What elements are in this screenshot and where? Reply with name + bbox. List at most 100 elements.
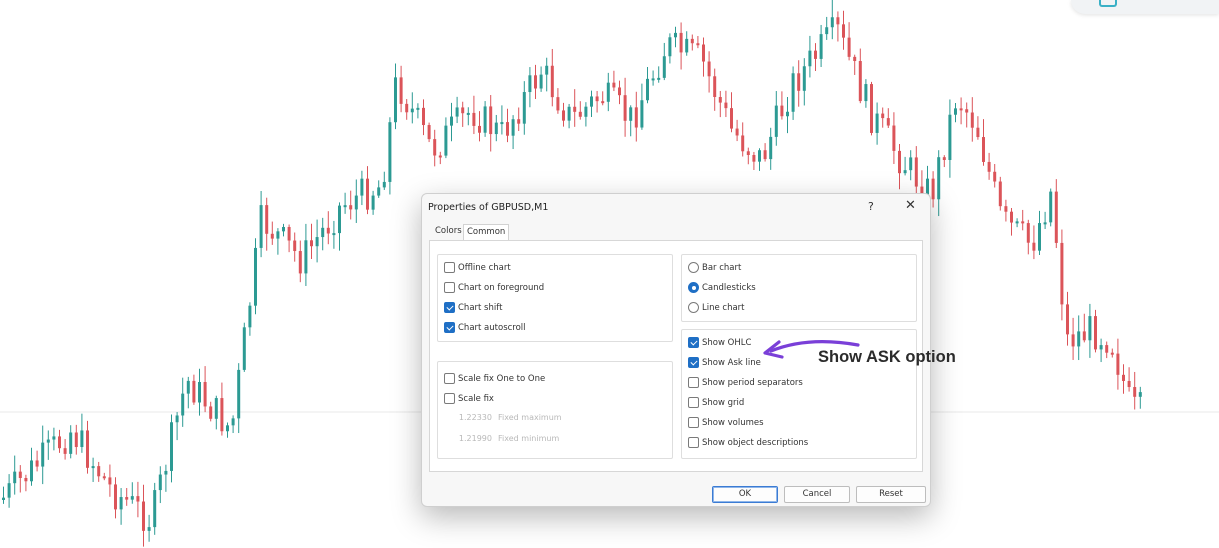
candle-body [1021, 221, 1025, 224]
checkbox-label: Show OHLC [702, 337, 752, 348]
fixed-minimum-input[interactable]: 1.21990 [458, 434, 492, 446]
candle-body [674, 32, 677, 38]
candle-body [2, 497, 5, 500]
corner-widget-icon [1099, 0, 1117, 7]
candle-body [1138, 392, 1142, 397]
candle-body [870, 84, 873, 133]
show-ohlc-checkbox[interactable]: Show OHLC [688, 336, 751, 349]
candlesticks-radio[interactable]: Candlesticks [688, 281, 756, 294]
candle-body [763, 150, 767, 160]
candle-body [1105, 345, 1109, 353]
candle-body [91, 466, 95, 469]
candle-body [1071, 334, 1075, 347]
candle-body [343, 205, 347, 208]
candle-body [696, 43, 700, 46]
offline-chart-checkbox[interactable]: Offline chart [444, 261, 511, 274]
chart-autoscroll-checkbox[interactable]: Chart autoscroll [444, 321, 526, 334]
candle-body [41, 442, 45, 467]
candle-body [758, 150, 761, 162]
checkbox-box [444, 302, 455, 313]
fixed-maximum-input[interactable]: 1.22330 [458, 413, 492, 425]
candle-body [623, 95, 627, 121]
bar-chart-radio[interactable]: Bar chart [688, 261, 741, 274]
candle-body [158, 474, 162, 491]
help-icon[interactable]: ? [868, 200, 874, 213]
candle-body [1015, 221, 1019, 224]
candle-body [282, 226, 285, 232]
checkbox-label: Chart autoscroll [458, 322, 526, 333]
candle-body [198, 382, 201, 403]
candle-body [942, 157, 946, 160]
candle-body [819, 34, 823, 59]
candle-body [1110, 352, 1114, 355]
candle-body [562, 110, 565, 121]
candle-body [489, 106, 493, 135]
checkbox-box [444, 262, 455, 273]
candle-body [321, 227, 325, 238]
candle-body [478, 125, 481, 133]
candle-body [276, 231, 280, 239]
candle-body [752, 155, 756, 162]
show-period-separators-checkbox[interactable]: Show period separators [688, 376, 803, 389]
candle-body [707, 61, 711, 77]
candle-body [114, 484, 117, 510]
show-grid-checkbox[interactable]: Show grid [688, 396, 744, 409]
candle-body [679, 32, 683, 53]
candle-body [1032, 242, 1036, 251]
scale-fix-one-to-one-checkbox[interactable]: Scale fix One to One [444, 372, 545, 385]
candle-body [349, 205, 353, 210]
chart-on-foreground-checkbox[interactable]: Chart on foreground [444, 281, 544, 294]
checkbox-box [444, 282, 455, 293]
candle-body [226, 425, 229, 432]
candle-body [125, 497, 129, 500]
show-ask-line-checkbox[interactable]: Show Ask line [688, 356, 761, 369]
fixed-maximum-label: Fixed maximum [498, 413, 562, 422]
tab-colors[interactable]: Colors [432, 224, 465, 239]
cancel-button[interactable]: Cancel [784, 486, 850, 503]
candle-body [1088, 316, 1092, 341]
candle-body [1049, 191, 1053, 223]
candle-body [836, 17, 840, 25]
checkbox-label: Chart on foreground [458, 282, 545, 293]
candle-body [410, 108, 414, 113]
candle-body [74, 432, 78, 448]
candle-body [662, 56, 666, 78]
candle-body [248, 305, 252, 328]
candle-body [1043, 222, 1047, 225]
ok-button[interactable]: OK [712, 486, 778, 503]
tab-common[interactable]: Common [463, 224, 510, 240]
line-chart-radio[interactable]: Line chart [688, 301, 745, 314]
candle-body [433, 139, 437, 156]
candle-body [270, 233, 274, 239]
candle-body [590, 96, 593, 107]
show-volumes-checkbox[interactable]: Show volumes [688, 416, 764, 429]
candle-body [147, 527, 151, 531]
candle-body [220, 398, 224, 432]
candle-body [741, 135, 745, 152]
candle-body [466, 112, 470, 115]
candle-body [1094, 316, 1097, 350]
checkbox-box [688, 397, 699, 408]
candle-body [556, 97, 560, 111]
candle-body [35, 460, 39, 467]
scale-fix-checkbox[interactable]: Scale fix [444, 392, 494, 405]
candle-body [142, 501, 145, 531]
reset-button[interactable]: Reset [856, 486, 926, 503]
candle-body [136, 496, 140, 502]
candle-body [993, 171, 997, 182]
candle-body [746, 151, 750, 156]
candle-body [1004, 206, 1008, 212]
chart-shift-checkbox[interactable]: Chart shift [444, 301, 502, 314]
candle-body [388, 122, 392, 182]
annotation-label: Show ASK option [818, 348, 956, 366]
show-object-descriptions-checkbox[interactable]: Show object descriptions [688, 436, 808, 449]
close-icon[interactable]: ✕ [905, 198, 916, 213]
corner-toolbar[interactable] [1071, 0, 1219, 14]
candle-body [713, 76, 717, 97]
radio-label: Candlesticks [702, 282, 756, 293]
candle-body [970, 112, 974, 128]
candle-body [735, 128, 739, 136]
candle-body [948, 114, 952, 160]
candle-body [634, 107, 638, 128]
candle-body [886, 118, 890, 126]
